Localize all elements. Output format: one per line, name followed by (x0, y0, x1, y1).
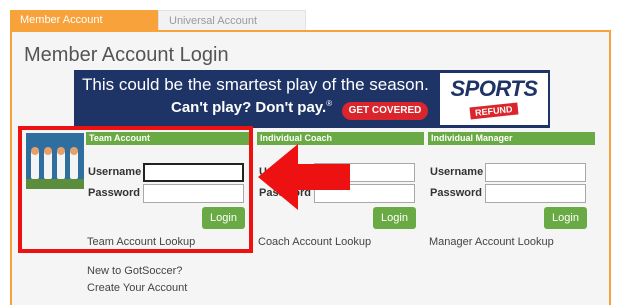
manager-account-column: Individual Manager Username Password Log… (428, 132, 595, 248)
manager-account-lookup-link[interactable]: Manager Account Lookup (429, 236, 554, 248)
tab-member-account[interactable]: Member Account (10, 10, 158, 30)
left-arrow-icon (258, 144, 350, 210)
username-label: Username (430, 166, 484, 178)
banner-cta-button[interactable]: GET COVERED (342, 102, 428, 120)
manager-login-button[interactable]: Login (544, 207, 587, 229)
annotation-highlight-box (18, 126, 253, 253)
new-user-text: New to GotSoccer? (87, 265, 183, 277)
coach-login-button[interactable]: Login (373, 207, 416, 229)
banner-headline: This could be the smartest play of the s… (82, 75, 429, 94)
ad-banner[interactable]: This could be the smartest play of the s… (74, 70, 550, 128)
page-title: Member Account Login (24, 44, 229, 66)
logo-text-top: SPORTS (450, 76, 538, 101)
banner-subline: Can't play? Don't pay.® (171, 99, 333, 116)
sports-refund-logo: SPORTS REFUND (440, 73, 548, 125)
manager-account-header: Individual Manager (428, 132, 595, 145)
manager-username-input[interactable] (485, 163, 586, 182)
tab-universal-account[interactable]: Universal Account (158, 10, 306, 30)
coach-account-lookup-link[interactable]: Coach Account Lookup (258, 236, 371, 248)
password-label: Password (430, 187, 482, 199)
logo-text-bottom: REFUND (469, 102, 519, 120)
create-account-link[interactable]: Create Your Account (87, 282, 187, 294)
manager-password-input[interactable] (485, 184, 586, 203)
